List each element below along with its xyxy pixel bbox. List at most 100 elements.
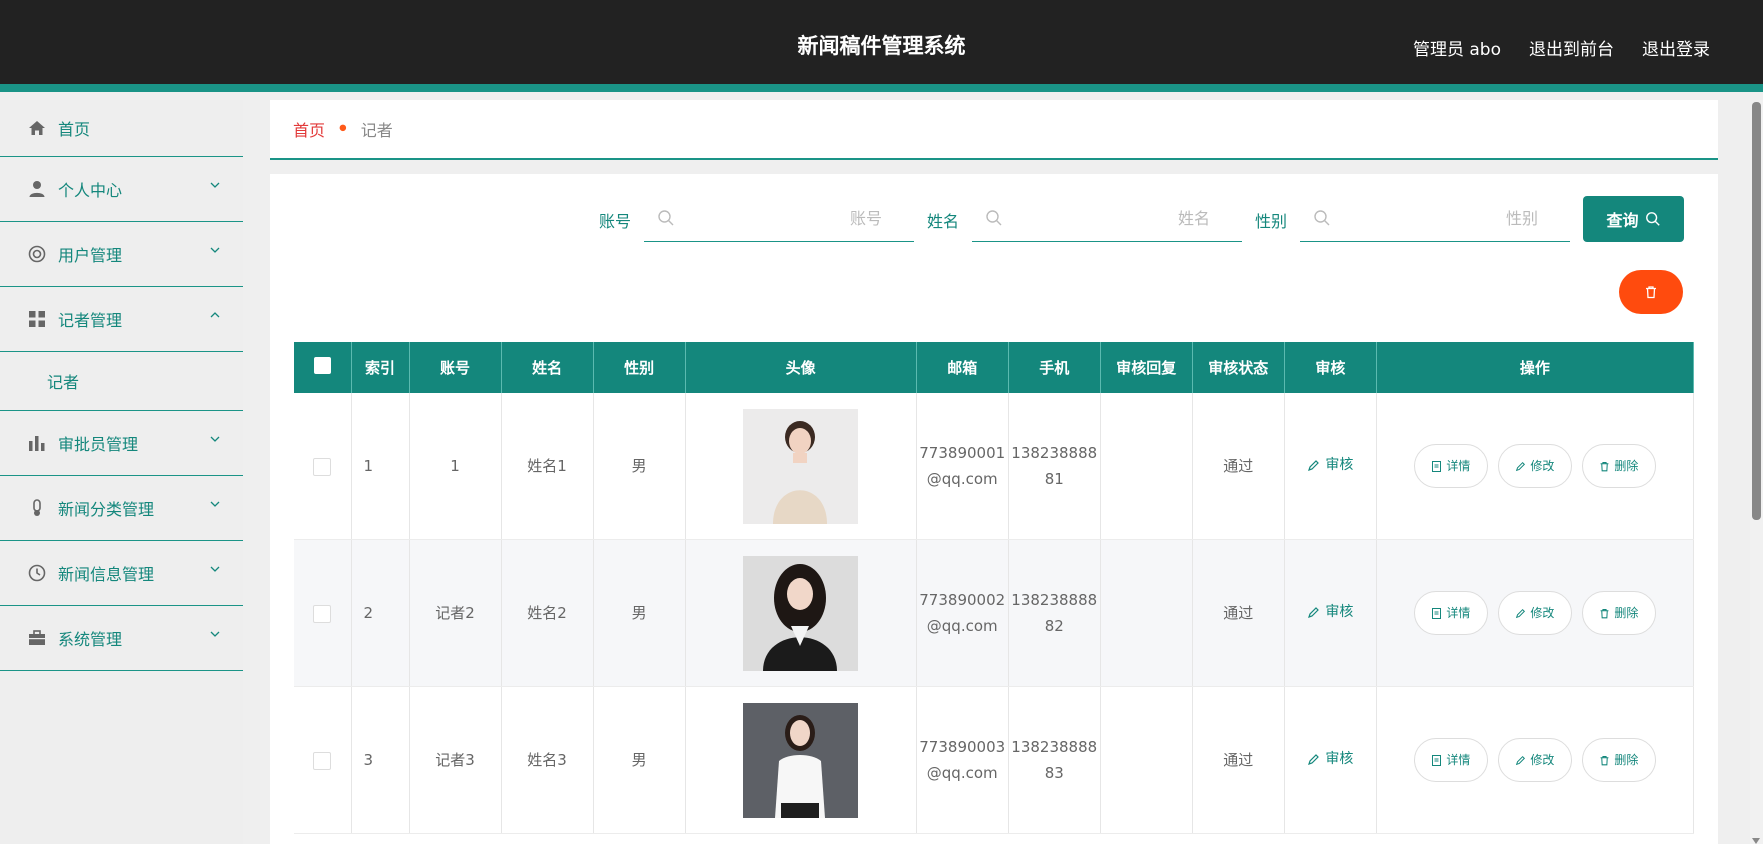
breadcrumb-home-link[interactable]: 首页 [293,117,325,141]
table-row: 1 1 姓名1 男 773890001@qq.com 13823888881 通… [294,393,1695,540]
name-search-input[interactable] [972,196,1242,240]
cell-status: 通过 [1192,539,1285,687]
gender-search-input[interactable] [1300,196,1570,240]
audit-button[interactable]: 审核 [1307,746,1353,772]
cell-gender: 男 [593,686,686,834]
cell-name: 姓名2 [501,539,594,687]
sidebar-item-label: 新闻信息管理 [58,565,155,584]
sidebar-item-news-info-management[interactable]: 新闻信息管理 [0,541,243,606]
column-header: 姓名 [501,342,594,393]
cell-gender: 男 [593,393,686,540]
sidebar-subitem-label: 记者 [47,373,80,392]
cell-status: 通过 [1192,686,1285,834]
select-all-checkbox[interactable] [313,357,331,374]
trash-icon [1600,755,1609,765]
delete-label: 删除 [1614,459,1639,473]
batch-delete-button[interactable] [1619,270,1683,314]
detail-button[interactable]: 详情 [1413,591,1488,635]
sidebar-subitem-reporter[interactable]: 记者 [0,352,243,411]
sidebar-item-news-category-management[interactable]: 新闻分类管理 [0,476,243,541]
logout-link[interactable]: 退出登录 [1642,35,1710,60]
edit-button[interactable]: 修改 [1497,738,1572,782]
name-search-label: 姓名 [927,212,960,231]
table-header-row: 索引 账号 姓名 性别 头像 邮箱 手机 审核回复 审核状态 审核 操作 [294,342,1695,393]
chevron-down-icon [210,182,220,188]
delete-button[interactable]: 删除 [1581,444,1656,488]
sidebar-item-personal-center[interactable]: 个人中心 [0,157,243,222]
avatar-photo [743,702,859,818]
cell-audit: 审核 [1284,393,1377,540]
edit-label: 修改 [1530,459,1555,473]
edit-icon [1308,606,1320,618]
audit-button[interactable]: 审核 [1307,599,1353,625]
page-scrollbar[interactable] [1750,100,1763,844]
row-checkbox[interactable] [313,457,332,476]
name-search-field [972,196,1242,242]
search-form: 账号 姓名 性别 查询 [270,196,1718,242]
thermometer-icon [28,499,46,517]
cell-index: 2 [351,539,410,687]
row-checkbox[interactable] [313,751,332,770]
chevron-down-icon [210,631,220,637]
chevron-down-icon [210,501,220,507]
sidebar-item-approver-management[interactable]: 审批员管理 [0,411,243,476]
edit-button[interactable]: 修改 [1497,591,1572,635]
row-checkbox[interactable] [313,604,332,623]
cell-phone: 13823888882 [1008,539,1101,687]
grid-icon [28,310,46,328]
reporter-table: 索引 账号 姓名 性别 头像 邮箱 手机 审核回复 审核状态 审核 操作 1 1… [294,342,1695,834]
edit-label: 修改 [1530,606,1555,620]
detail-button[interactable]: 详情 [1413,444,1488,488]
cell-email: 773890003@qq.com [916,686,1009,834]
sidebar-item-user-management[interactable]: 用户管理 [0,222,243,287]
cell-name: 姓名1 [501,393,594,540]
sidebar-item-label: 用户管理 [58,246,123,265]
table-row: 2 记者2 姓名2 男 773890002@qq.com 13823888882… [294,539,1695,687]
column-header: 索引 [351,342,410,393]
delete-button[interactable]: 删除 [1581,591,1656,635]
audit-label: 审核 [1325,751,1354,768]
detail-button[interactable]: 详情 [1413,738,1488,782]
main-content: 首页 ⚫ 记者 账号 姓名 性别 查询 [270,100,1718,844]
bar-chart-icon [28,434,46,452]
breadcrumb-separator-icon: ⚫ [337,121,349,137]
edit-icon [1308,753,1320,765]
table-row: 3 记者3 姓名3 男 773890003@qq.com 13823888883… [294,686,1695,834]
cell-reply [1100,686,1193,834]
scrollbar-thumb[interactable] [1752,102,1761,520]
edit-button[interactable]: 修改 [1497,444,1572,488]
cell-audit: 审核 [1284,539,1377,687]
cell-reply [1100,393,1193,540]
top-bar: 新闻稿件管理系统 管理员 abo 退出到前台 退出登录 [0,0,1763,92]
chevron-down-icon [210,436,220,442]
admin-user-label[interactable]: 管理员 abo [1413,35,1501,60]
cell-actions: 详情 修改 删除 [1376,686,1695,834]
list-panel: 账号 姓名 性别 查询 [270,174,1718,844]
sidebar-item-reporter-management[interactable]: 记者管理 [0,287,243,352]
detail-label: 详情 [1446,459,1471,473]
lifebuoy-icon [28,245,46,263]
avatar-photo [743,408,859,524]
query-button-label: 查询 [1606,211,1639,230]
query-button[interactable]: 查询 [1583,196,1684,242]
breadcrumb-current: 记者 [360,121,393,140]
scroll-down-arrow-icon[interactable] [1752,838,1760,844]
sidebar-item-label: 个人中心 [58,181,123,200]
delete-button[interactable]: 删除 [1581,738,1656,782]
column-header: 操作 [1376,342,1695,393]
column-header: 邮箱 [916,342,1009,393]
exit-to-front-link[interactable]: 退出到前台 [1529,35,1614,60]
account-search-input[interactable] [644,196,914,240]
audit-label: 审核 [1325,604,1354,621]
sidebar-item-home[interactable]: 首页 [0,100,243,157]
sidebar-item-label: 记者管理 [58,311,123,330]
audit-button[interactable]: 审核 [1307,452,1353,478]
sidebar-item-system-management[interactable]: 系统管理 [0,606,243,671]
select-all-header [294,342,352,393]
gender-search-label: 性别 [1255,212,1288,231]
cell-actions: 详情 修改 删除 [1376,539,1695,687]
cell-account: 1 [409,393,502,540]
cell-phone: 13823888881 [1008,393,1101,540]
cell-gender: 男 [593,539,686,687]
header-actions: 管理员 abo 退出到前台 退出登录 [1413,35,1710,60]
